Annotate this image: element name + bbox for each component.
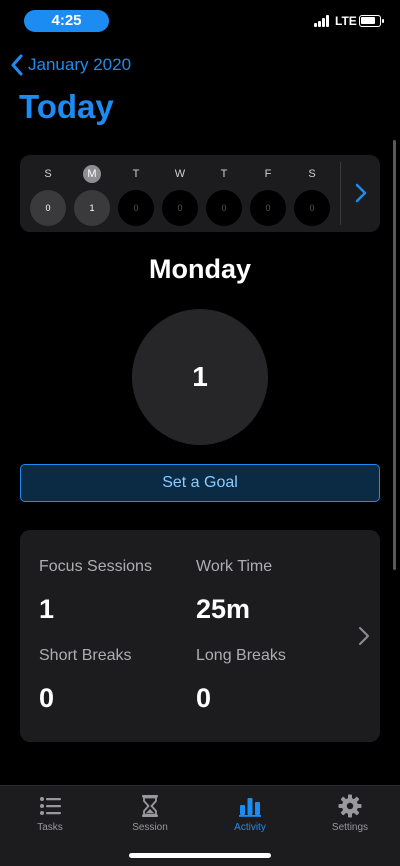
battery-icon (359, 15, 384, 27)
home-indicator[interactable] (129, 853, 271, 858)
day-letter: F (264, 168, 272, 180)
scroll-indicator[interactable] (393, 140, 396, 570)
bar-chart-icon (239, 798, 261, 817)
day-monday[interactable]: M 1 (74, 155, 110, 232)
tab-label: Settings (331, 822, 369, 833)
day-count: 0 (162, 190, 198, 226)
focus-sessions-value: 1 (39, 594, 55, 624)
short-breaks-label: Short Breaks (39, 647, 132, 664)
day-letter: T (220, 168, 228, 180)
divider (340, 162, 341, 225)
tab-settings[interactable]: Settings (300, 786, 400, 838)
day-letter: M (83, 165, 101, 183)
tab-tasks[interactable]: Tasks (0, 786, 100, 838)
stats-card[interactable]: Focus Sessions 1 Work Time 25m Short Bre… (20, 530, 380, 742)
day-tuesday[interactable]: T 0 (118, 155, 154, 232)
chevron-right-icon (359, 627, 369, 645)
page-title: Today (19, 88, 114, 125)
day-thursday[interactable]: T 0 (206, 155, 242, 232)
short-breaks-value: 0 (39, 683, 55, 713)
chevron-left-icon (11, 54, 23, 76)
day-count: 0 (118, 190, 154, 226)
day-count: 0 (294, 190, 330, 226)
day-count: 0 (206, 190, 242, 226)
list-icon (40, 797, 61, 815)
day-saturday[interactable]: S 0 (294, 155, 330, 232)
day-letter: S (44, 168, 52, 180)
set-goal-button[interactable]: Set a Goal (20, 464, 380, 502)
gear-icon (338, 794, 362, 818)
chevron-right-icon (355, 183, 367, 203)
tab-session[interactable]: Session (100, 786, 200, 838)
tab-activity[interactable]: Activity (200, 786, 300, 838)
status-bar: 4:25 LTE (0, 0, 400, 44)
work-time-label: Work Time (196, 558, 273, 575)
week-strip: S 0 M 1 T 0 W 0 T 0 F 0 S 0 (20, 155, 380, 232)
day-count: 1 (74, 190, 110, 226)
signal-icon (314, 15, 330, 27)
session-count-circle: 1 (132, 309, 268, 445)
day-count: 0 (30, 190, 66, 226)
day-sunday[interactable]: S 0 (30, 155, 66, 232)
day-count: 0 (250, 190, 286, 226)
next-week-button[interactable] (344, 155, 380, 232)
tab-label: Activity (234, 822, 266, 833)
hourglass-icon (142, 795, 158, 817)
work-time-value: 25m (196, 594, 251, 624)
day-friday[interactable]: F 0 (250, 155, 286, 232)
day-letter: S (308, 168, 316, 180)
network-label: LTE (335, 14, 357, 28)
back-label: January 2020 (28, 55, 132, 74)
long-breaks-label: Long Breaks (196, 647, 286, 664)
selected-day-name: Monday (148, 254, 251, 284)
day-letter: T (132, 168, 140, 180)
long-breaks-value: 0 (196, 683, 212, 713)
tab-label: Tasks (37, 822, 63, 833)
focus-sessions-label: Focus Sessions (39, 558, 152, 575)
tab-label: Session (132, 822, 168, 833)
status-time[interactable]: 4:25 (24, 10, 109, 32)
day-wednesday[interactable]: W 0 (162, 155, 198, 232)
day-letter: W (174, 168, 186, 180)
back-button[interactable]: January 2020 (10, 52, 131, 78)
